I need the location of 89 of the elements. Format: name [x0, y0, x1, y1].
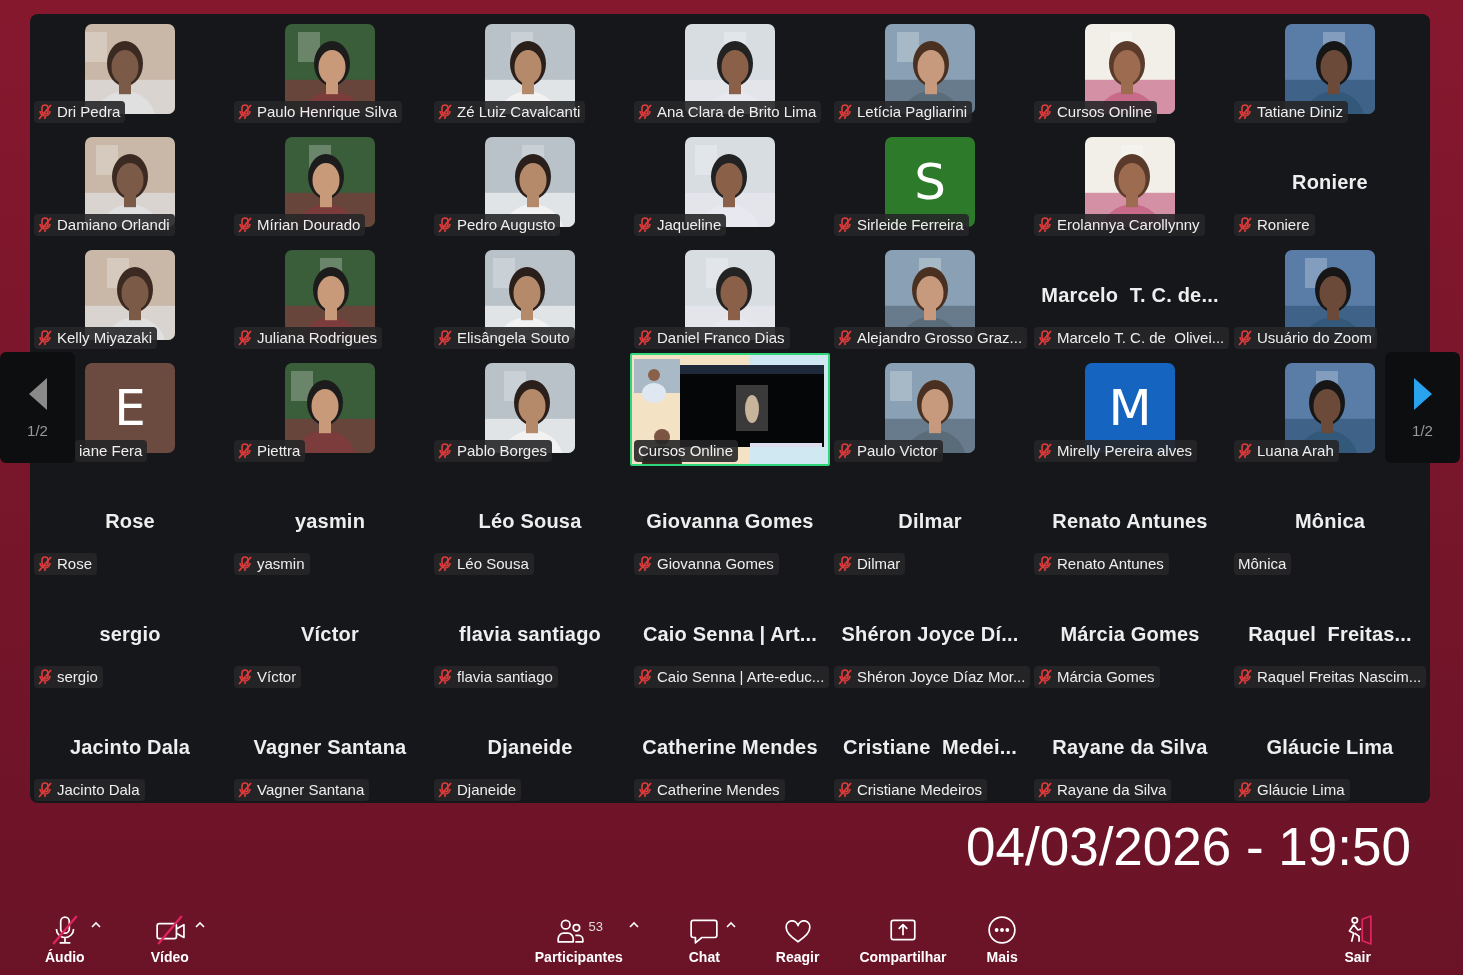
participant-name: Rayane da Silva: [1051, 735, 1209, 759]
participant-name: flavia santiago: [457, 668, 553, 686]
participant-name: Cursos Online: [1057, 103, 1153, 121]
participant-name: Ana Clara de Brito Lima: [657, 103, 817, 121]
participant-name: Roniere: [1257, 216, 1310, 234]
participant-name: Caio Senna | Arte-educ...: [657, 668, 825, 686]
participant-name: Víctor: [257, 668, 297, 686]
participant-name: Elisângela Souto: [457, 329, 570, 347]
participant-name: Letícia Pagliarini: [857, 103, 968, 121]
right-arrow-icon: [1411, 376, 1434, 412]
participant-name: Djaneide: [457, 781, 517, 799]
participant-name: Cristiane Medeiros: [857, 781, 983, 799]
participant-name: Jacinto Dala: [68, 735, 192, 759]
participant-name: Djaneide: [486, 735, 574, 759]
participant-name: Luana Arah: [1257, 442, 1334, 460]
participant-name: Renato Antunes: [1057, 555, 1164, 573]
participant-name: Kelly Miyazaki: [57, 329, 153, 347]
participant-name: Sirleide Ferreira: [857, 216, 964, 234]
participants-button[interactable]: 53 Participantes: [534, 915, 623, 965]
participant-name: iane Fera: [79, 442, 143, 460]
caret-icon: [725, 921, 736, 928]
participant-name: Caio Senna | Art...: [641, 622, 819, 646]
participant-name: Shéron Joyce Dí...: [840, 622, 1020, 646]
participant-name: Juliana Rodrigues: [257, 329, 378, 347]
participant-name: yasmin: [257, 555, 305, 573]
participant-name: Vagner Santana: [257, 781, 365, 799]
participant-name: Léo Sousa: [477, 509, 583, 533]
participant-count: 53: [588, 919, 603, 934]
participant-name: Jaqueline: [657, 216, 722, 234]
participant-name: Daniel Franco Dias: [657, 329, 785, 347]
participant-name: yasmin: [293, 509, 367, 533]
participant-name: Zé Luiz Cavalcanti: [457, 103, 581, 121]
participant-name: Paulo Henrique Silva: [257, 103, 398, 121]
audio-button[interactable]: Áudio: [45, 915, 85, 965]
participant-name: Rose: [104, 509, 156, 533]
participant-name: Pedro Augusto: [457, 216, 556, 234]
participant-name: Mirelly Pereira alves: [1057, 442, 1193, 460]
participant-name: Alejandro Grosso Graz...: [857, 329, 1023, 347]
caret-icon: [628, 921, 639, 928]
caret-icon: [194, 921, 205, 928]
participant-name: Mírian Dourado: [257, 216, 361, 234]
participant-name: Marcelo T. C. de Olivei...: [1057, 329, 1225, 347]
participant-name: Mônica: [1238, 555, 1287, 573]
participant-name: flavia santiago: [458, 622, 602, 646]
participant-name: sergio: [57, 668, 98, 686]
participant-name: Mônica: [1293, 509, 1367, 533]
participant-name: Erolannya Carollynny: [1057, 216, 1200, 234]
participant-name: Piettra: [257, 442, 301, 460]
participant-name: Vagner Santana: [252, 735, 408, 759]
participant-name: Paulo Victor: [857, 442, 938, 460]
participant-name: Roniere: [1291, 170, 1369, 194]
participant-name: Catherine Mendes: [641, 735, 819, 759]
participant-name: Jacinto Dala: [57, 781, 140, 799]
participant-name: sergio: [98, 622, 162, 646]
participant-name: Shéron Joyce Díaz Mor...: [857, 668, 1026, 686]
participant-name: Cristiane Medei...: [842, 735, 1018, 759]
participant-name: Usuário do Zoom: [1257, 329, 1373, 347]
participant-name: Catherine Mendes: [657, 781, 780, 799]
participant-name: Marcelo T. C. de...: [1040, 283, 1220, 307]
participant-name: Damiano Orlandi: [57, 216, 170, 234]
participant-name: Raquel Freitas...: [1247, 622, 1413, 646]
participant-name: Léo Sousa: [457, 555, 529, 573]
participant-name: Cursos Online: [638, 442, 734, 460]
react-button[interactable]: Reagir: [775, 915, 820, 965]
participant-name: Dilmar: [897, 509, 963, 533]
date-time: 04/03/2026 - 19:50: [966, 817, 1411, 877]
caret-icon: [90, 921, 101, 928]
more-icon: [987, 915, 1018, 945]
participant-name: Víctor: [300, 622, 360, 646]
participant-name: Rose: [57, 555, 93, 573]
participant-name: Renato Antunes: [1051, 509, 1209, 533]
more-button[interactable]: Mais: [986, 915, 1018, 965]
participant-name: Gláucie Lima: [1257, 781, 1345, 799]
participant-name: Rayane da Silva: [1057, 781, 1167, 799]
participant-name: Tatiane Diniz: [1257, 103, 1343, 121]
share-button[interactable]: Compartilhar: [859, 915, 947, 965]
participant-name: Giovanna Gomes: [657, 555, 774, 573]
participant-name: Márcia Gomes: [1059, 622, 1201, 646]
participant-name: Dri Pedra: [57, 103, 121, 121]
participant-name: Dilmar: [857, 555, 901, 573]
leave-button[interactable]: Sair: [1342, 915, 1373, 965]
next-page-button[interactable]: 1/2: [1385, 352, 1460, 463]
participant-name: Márcia Gomes: [1057, 668, 1155, 686]
video-button[interactable]: Vídeo: [150, 915, 189, 965]
chat-button[interactable]: Chat: [688, 915, 720, 965]
participant-name: Giovanna Gomes: [645, 509, 815, 533]
participant-name: Gláucie Lima: [1265, 735, 1395, 759]
participant-name: Raquel Freitas Nascim...: [1257, 668, 1422, 686]
participant-name: Pablo Borges: [457, 442, 548, 460]
